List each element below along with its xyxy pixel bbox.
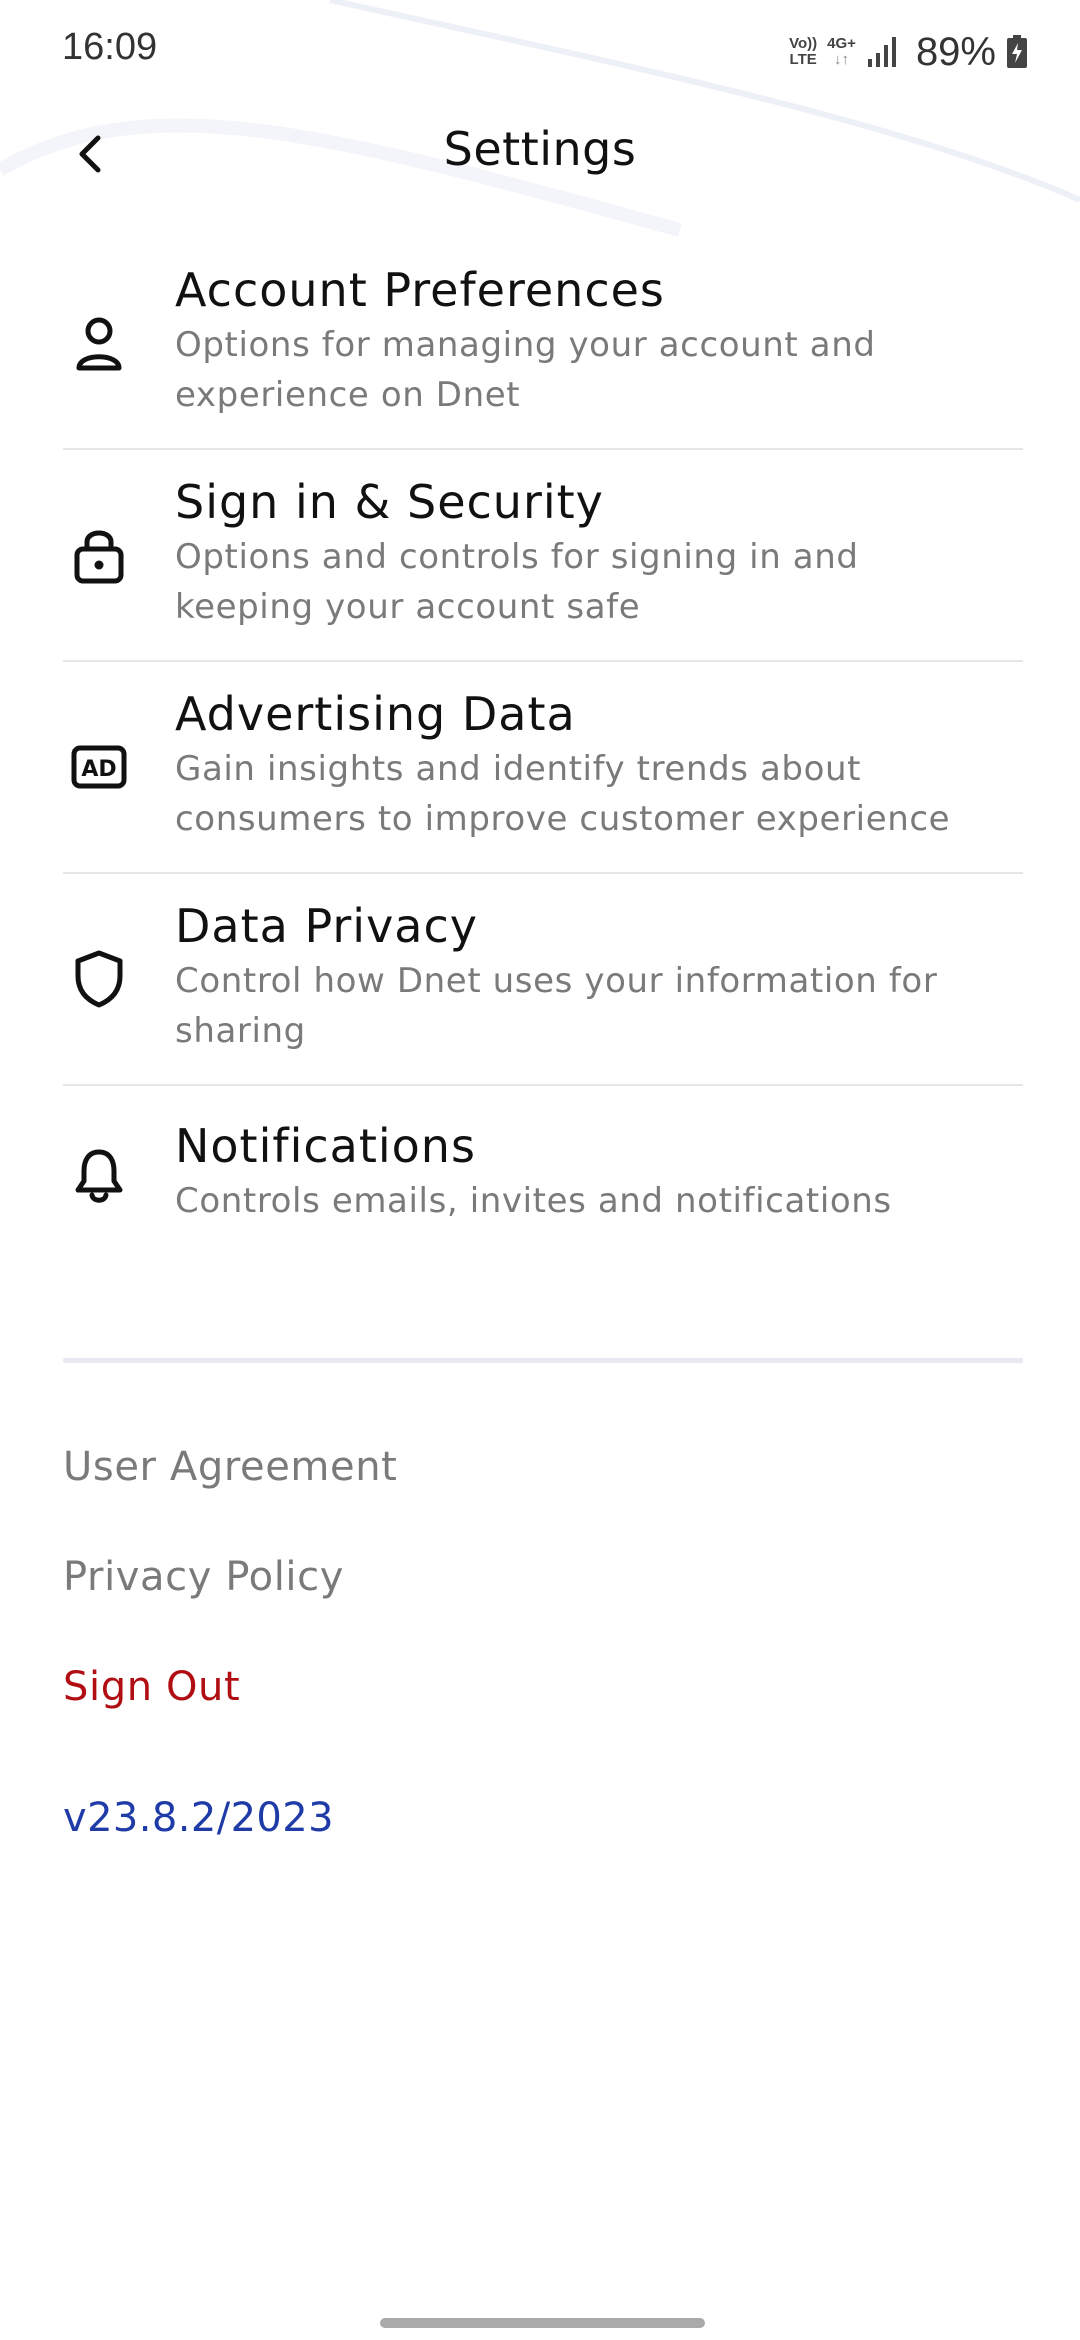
privacy-policy-link[interactable]: Privacy Policy (63, 1546, 1023, 1656)
status-time: 16:09 (62, 26, 158, 68)
settings-item-data-privacy[interactable]: Data Privacy Control how Dnet uses your … (63, 874, 1023, 1086)
network-bottom-label: ↓↑ (834, 51, 850, 68)
status-icons: Vo)) LTE 4G+ ↓↑ 89% (789, 24, 1028, 80)
volte-top-label: Vo)) (789, 35, 818, 52)
settings-item-title: Sign in & Security (175, 475, 604, 529)
user-agreement-link[interactable]: User Agreement (63, 1436, 1023, 1546)
section-divider (63, 1358, 1023, 1363)
description-line: Control how Dnet uses your information f… (175, 961, 938, 1001)
bell-icon (71, 1148, 127, 1204)
settings-item-description: Options and controls for signing in and … (175, 532, 1023, 632)
shield-icon (71, 950, 127, 1008)
ad-icon: AD (71, 739, 127, 795)
settings-item-text: Sign in & Security Options and controls … (175, 474, 1023, 632)
settings-item-title: Account Preferences (175, 263, 665, 317)
settings-list: Account Preferences Options for managing… (63, 238, 1023, 1266)
volte-icon: Vo)) LTE (789, 36, 817, 68)
page-title: Settings (443, 122, 637, 176)
settings-item-title: Advertising Data (175, 687, 576, 741)
description-line: consumers to improve customer experience (175, 799, 951, 839)
signal-bars-icon (867, 37, 896, 67)
description-line: Controls emails, invites and notificatio… (175, 1181, 892, 1221)
header: Settings (0, 100, 1080, 210)
settings-item-description: Control how Dnet uses your information f… (175, 956, 1023, 1056)
description-line: experience on Dnet (175, 375, 521, 415)
volte-bottom-label: LTE (789, 51, 817, 68)
status-bar: 16:09 Vo)) LTE 4G+ ↓↑ 89% (0, 0, 1080, 100)
lock-icon (71, 527, 127, 584)
settings-item-description: Gain insights and identify trends about … (175, 744, 1023, 844)
settings-item-sign-in-security[interactable]: Sign in & Security Options and controls … (63, 450, 1023, 662)
settings-item-description: Controls emails, invites and notificatio… (175, 1176, 1023, 1226)
battery-percent: 89% (915, 29, 996, 74)
settings-item-title: Data Privacy (175, 899, 479, 953)
network-type-icon: 4G+ ↓↑ (827, 36, 856, 68)
description-line: Gain insights and identify trends about (175, 749, 862, 789)
description-line: Options and controls for signing in and (175, 537, 859, 577)
home-indicator[interactable] (380, 2318, 705, 2328)
person-icon (71, 315, 127, 371)
battery-charging-icon (1007, 35, 1027, 68)
settings-item-text: Notifications Controls emails, invites a… (175, 1118, 1023, 1226)
description-line: sharing (175, 1011, 306, 1051)
description-line: Options for managing your account and (175, 325, 876, 365)
settings-item-description: Options for managing your account and ex… (175, 320, 1023, 420)
app-version: v23.8.2/2023 (63, 1795, 334, 1841)
settings-item-advertising-data[interactable]: AD Advertising Data Gain insights and id… (63, 662, 1023, 874)
settings-item-text: Advertising Data Gain insights and ident… (175, 686, 1023, 844)
settings-item-text: Data Privacy Control how Dnet uses your … (175, 898, 1023, 1056)
sign-out-button[interactable]: Sign Out (63, 1656, 1023, 1766)
footer-links: User Agreement Privacy Policy Sign Out (63, 1436, 1023, 1766)
description-line: keeping your account safe (175, 587, 641, 627)
settings-item-account-preferences[interactable]: Account Preferences Options for managing… (63, 238, 1023, 450)
settings-item-title: Notifications (175, 1119, 476, 1173)
settings-item-text: Account Preferences Options for managing… (175, 262, 1023, 420)
settings-item-notifications[interactable]: Notifications Controls emails, invites a… (63, 1086, 1023, 1266)
network-top-label: 4G+ (827, 35, 856, 52)
ad-icon-label: AD (81, 757, 116, 782)
